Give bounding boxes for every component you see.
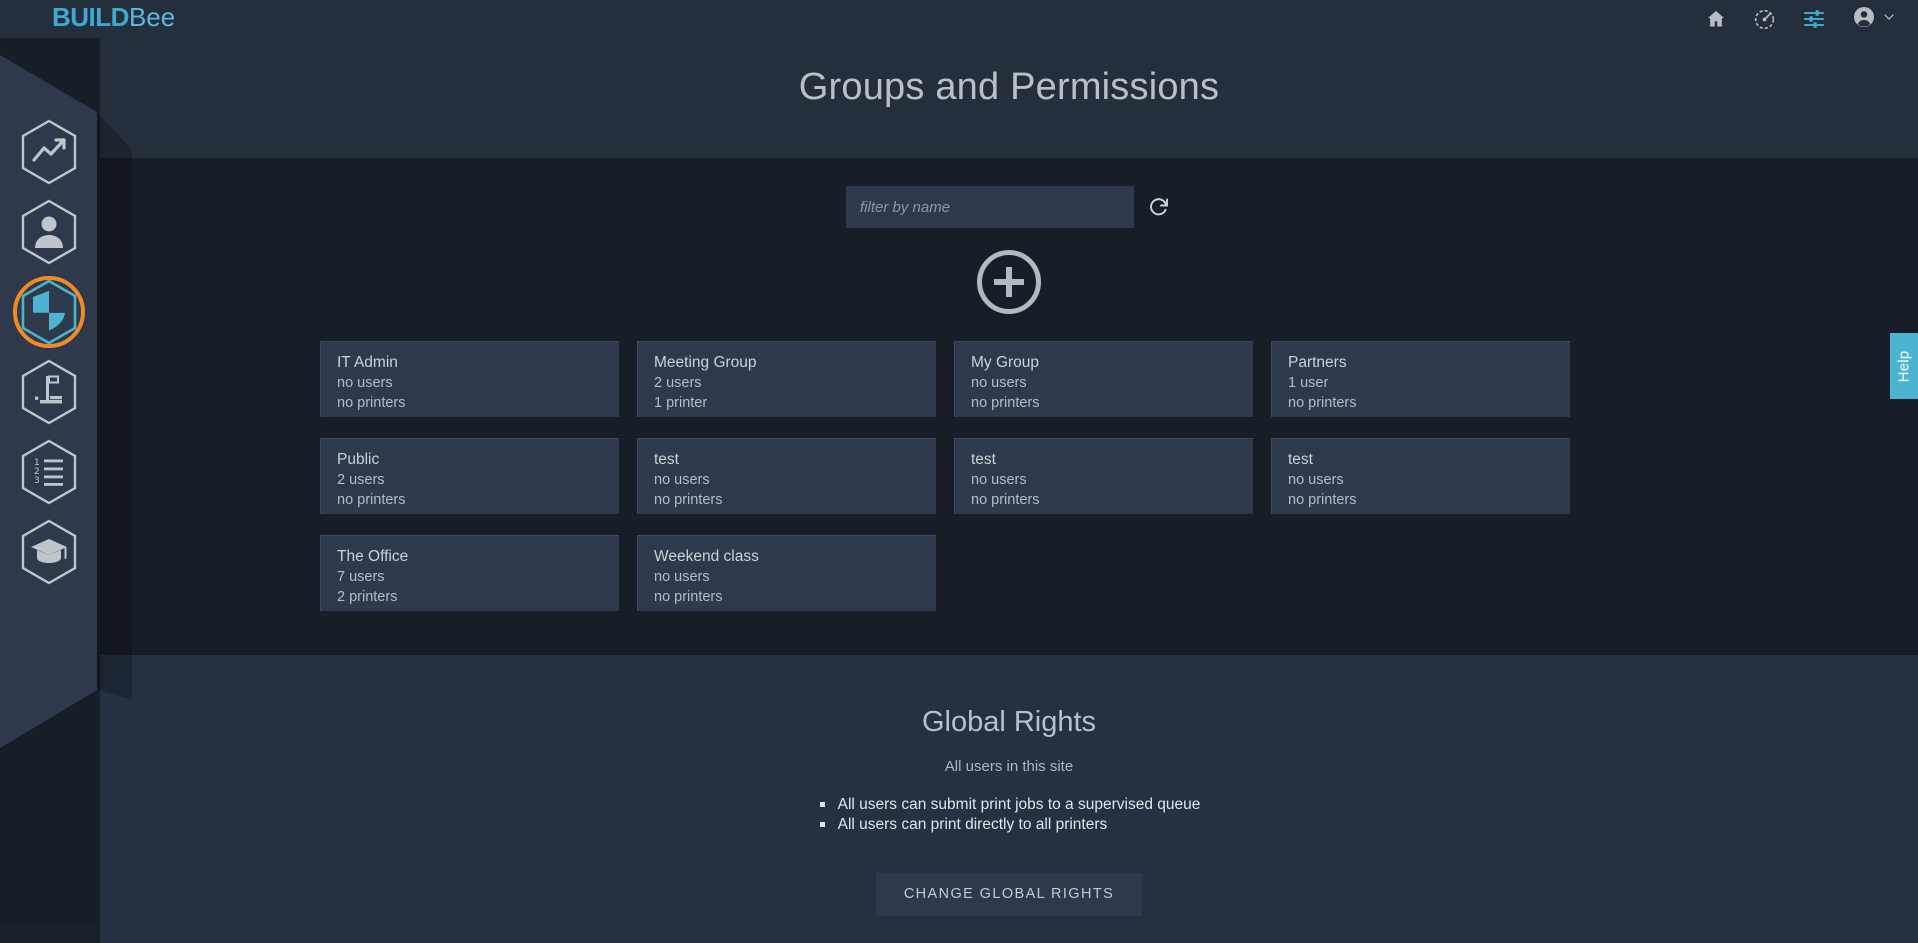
group-card[interactable]: Meeting Group 2 users 1 printer xyxy=(637,341,936,417)
group-printers: no printers xyxy=(654,491,723,508)
group-users: no users xyxy=(971,472,1027,488)
change-rights-row: CHANGE GLOBAL RIGHTS xyxy=(100,873,1918,916)
add-group-button[interactable] xyxy=(977,250,1041,314)
group-users: no users xyxy=(971,375,1027,391)
group-card[interactable]: My Group no users no printers xyxy=(954,341,1253,417)
global-rights-subtitle: All users in this site xyxy=(944,758,1074,775)
printer-icon xyxy=(18,358,80,426)
group-card[interactable]: The Office 7 users 2 printers xyxy=(320,535,619,611)
sidebar-item-permissions[interactable] xyxy=(0,272,97,352)
group-printers: 1 printer xyxy=(654,394,708,411)
sidebar-item-printers[interactable] xyxy=(0,352,97,432)
group-name: Meeting Group xyxy=(654,354,757,371)
logo-light-text: Bee xyxy=(128,2,176,32)
group-name: test xyxy=(654,451,679,468)
group-name: Partners xyxy=(1288,354,1347,371)
group-name: My Group xyxy=(971,354,1040,371)
list-item: All users can print directly to all prin… xyxy=(818,815,1201,835)
group-card[interactable]: Public 2 users no printers xyxy=(320,438,619,514)
global-rights-panel: Global Rights All users in this site All… xyxy=(100,655,1918,943)
monitor-dashboard-icon[interactable] xyxy=(1753,8,1776,31)
group-users: 2 users xyxy=(337,472,385,488)
group-card[interactable]: test no users no printers xyxy=(954,438,1253,514)
group-card[interactable]: IT Admin no users no printers xyxy=(320,341,619,417)
numbered-list-icon: 1 2 3 xyxy=(18,438,80,506)
help-tab[interactable]: Help xyxy=(1890,333,1918,399)
group-name: IT Admin xyxy=(337,354,398,371)
group-users: no users xyxy=(1288,472,1344,488)
account-circle-icon xyxy=(1852,5,1876,34)
sidebar-item-queue[interactable]: 1 2 3 xyxy=(0,432,97,512)
global-rights-list: All users can submit print jobs to a sup… xyxy=(100,795,1918,834)
group-printers: no printers xyxy=(1288,394,1357,411)
top-bar: BUILDBee xyxy=(0,0,1918,38)
sidebar-nav: 1 2 3 xyxy=(0,112,97,592)
group-users: no users xyxy=(337,375,393,391)
chart-line-icon xyxy=(18,118,80,186)
group-users: 1 user xyxy=(1288,375,1329,391)
group-printers: no printers xyxy=(971,394,1040,411)
group-card[interactable]: test no users no printers xyxy=(1271,438,1570,514)
group-card[interactable]: Partners 1 user no printers xyxy=(1271,341,1570,417)
group-printers: no printers xyxy=(1288,491,1357,508)
app-logo[interactable]: BUILDBee xyxy=(52,2,175,33)
refresh-icon[interactable] xyxy=(1146,193,1172,219)
sidebar-item-learning[interactable] xyxy=(0,512,97,592)
graduation-cap-icon xyxy=(18,518,80,586)
account-menu[interactable] xyxy=(1852,5,1896,34)
home-icon[interactable] xyxy=(1705,8,1727,30)
global-rights-title: Global Rights xyxy=(921,706,1097,738)
list-item: All users can submit print jobs to a sup… xyxy=(818,795,1200,815)
group-name: Weekend class xyxy=(654,548,759,565)
help-tab-label: Help xyxy=(1895,350,1913,382)
page-title: Groups and Permissions xyxy=(798,66,1220,108)
filter-row xyxy=(100,186,1918,228)
settings-sliders-icon[interactable] xyxy=(1802,7,1826,31)
group-users: no users xyxy=(654,569,710,585)
sidebar-item-statistics[interactable] xyxy=(0,112,97,192)
group-name: test xyxy=(1288,451,1313,468)
group-card-grid: IT Admin no users no printers Meeting Gr… xyxy=(320,341,1580,611)
group-name: Public xyxy=(337,451,380,468)
shield-icon xyxy=(18,278,80,346)
svg-text:3: 3 xyxy=(34,476,40,486)
groups-panel: IT Admin no users no printers Meeting Gr… xyxy=(100,158,1918,655)
add-row xyxy=(100,250,1918,314)
group-printers: no printers xyxy=(971,491,1040,508)
top-bar-icons xyxy=(1705,0,1896,38)
filter-input[interactable] xyxy=(846,186,1134,228)
page-header: Groups and Permissions xyxy=(100,38,1918,158)
group-card[interactable]: test no users no printers xyxy=(637,438,936,514)
group-users: 2 users xyxy=(654,375,702,391)
sidebar-item-users[interactable] xyxy=(0,192,97,272)
logo-bold-text: BUILD xyxy=(52,2,129,32)
person-icon xyxy=(18,198,80,266)
chevron-down-icon xyxy=(1882,10,1896,29)
group-printers: no printers xyxy=(337,394,406,411)
group-users: no users xyxy=(654,472,710,488)
change-global-rights-button[interactable]: CHANGE GLOBAL RIGHTS xyxy=(875,873,1143,916)
group-card[interactable]: Weekend class no users no printers xyxy=(637,535,936,611)
group-name: The Office xyxy=(337,548,409,565)
group-printers: no printers xyxy=(654,588,723,605)
group-printers: 2 printers xyxy=(337,588,398,605)
group-users: 7 users xyxy=(337,569,385,585)
group-name: test xyxy=(971,451,996,468)
group-printers: no printers xyxy=(337,491,406,508)
